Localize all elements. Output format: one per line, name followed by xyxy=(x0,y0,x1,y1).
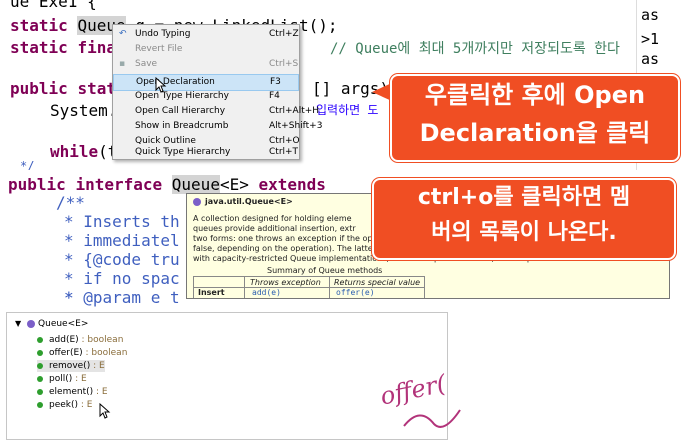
code-line-5: while(t xyxy=(50,142,118,161)
javadoc-line-4: * {@code tru xyxy=(64,250,180,269)
interface-icon xyxy=(27,319,36,328)
callout-1-line-1: 우클릭한 후에 Open xyxy=(424,81,646,109)
menu-item-open-call-hierarchy[interactable]: Open Call Hierarchy Ctrl+Alt+H xyxy=(113,104,319,119)
callout-2-line-1: ctrl+o를 클릭하면 멤 xyxy=(417,185,631,210)
hover-table-caption: Summary of Queue methods xyxy=(267,266,383,275)
public-method-icon xyxy=(37,349,43,356)
javadoc-line-2: * Inserts th xyxy=(64,212,180,231)
hover-para-1: A collection designed for holding eleme xyxy=(193,214,352,223)
code-line-6: */ xyxy=(20,159,35,170)
interface-decl-line: public interface Queue<E> extends xyxy=(8,175,326,194)
javadoc-line-7: * @param e t xyxy=(64,288,180,307)
menu-item-show-in-breadcrumb[interactable]: Show in Breadcrumb Alt+Shift+3 xyxy=(113,119,322,134)
outline-item-remove[interactable]: remove() : E xyxy=(37,360,105,372)
menu-item-open-type-hierarchy[interactable]: Open Type Hierarchy F4 xyxy=(113,89,299,104)
code-comment-queue: // Queue에 최대 5개까지만 저장되도록 한다 xyxy=(330,41,620,57)
public-method-icon xyxy=(37,362,43,369)
interface-type-queue: Queue xyxy=(171,175,220,194)
collapse-arrow-icon[interactable]: ▼ xyxy=(15,319,21,328)
mouse-cursor-icon xyxy=(99,403,111,419)
right-strip-line-3: as xyxy=(641,50,660,68)
code-line-4-korean: 입력하면 도 xyxy=(316,103,379,117)
table-row-insert: Insert xyxy=(198,288,225,297)
undo-icon: ↶ xyxy=(119,29,127,39)
hover-title: java.util.Queue<E> xyxy=(193,197,293,206)
javadoc-line-5: * if no spac xyxy=(64,269,180,288)
outline-root[interactable]: ▼ Queue<E> xyxy=(15,319,88,329)
outline-item-poll[interactable]: poll() : E xyxy=(37,373,87,385)
outline-item-add[interactable]: add(E) : boolean xyxy=(37,334,123,346)
javadoc-line-1: /** xyxy=(56,193,85,212)
code-line-3: public stat xyxy=(10,79,116,98)
table-cell-offer[interactable]: offer(e) xyxy=(336,288,375,297)
code-line-0: ue Exe1 { xyxy=(10,0,97,11)
outline-item-peek[interactable]: peek() : E xyxy=(37,399,92,411)
code-line-4: System. xyxy=(50,101,118,120)
table-col-returns: Returns special value xyxy=(334,278,421,287)
menu-item-revert-file[interactable]: Revert File xyxy=(113,42,299,57)
callout-2-line-2: 버의 목록이 나온다. xyxy=(431,220,617,245)
menu-item-undo-typing[interactable]: ↶ Undo Typing Ctrl+Z xyxy=(113,27,299,42)
right-strip-line-1: as xyxy=(641,6,660,24)
javadoc-line-3: * immediatel xyxy=(64,231,180,250)
public-method-icon xyxy=(37,388,43,395)
right-strip-line-2: >1 xyxy=(641,30,660,48)
callout-open-declaration: 우클릭한 후에 Open Declaration을 클릭 xyxy=(390,74,680,162)
outline-item-element[interactable]: element() : E xyxy=(37,386,108,398)
public-method-icon xyxy=(37,375,43,382)
callout-quick-outline: ctrl+o를 클릭하면 멤 버의 목록이 나온다. xyxy=(372,178,676,260)
public-method-icon xyxy=(37,336,43,343)
menu-item-quick-type-hierarchy[interactable]: Quick Type Hierarchy Ctrl+T xyxy=(113,145,299,160)
save-icon: ▪ xyxy=(119,59,126,69)
hover-para-2: queues provide additional insertion, ext… xyxy=(193,224,356,233)
table-cell-add[interactable]: add(e) xyxy=(252,288,281,297)
public-method-icon xyxy=(37,401,43,408)
context-menu[interactable]: ↶ Undo Typing Ctrl+Z Revert File ▪ Save Ct… xyxy=(112,24,322,160)
mouse-cursor-icon xyxy=(155,77,167,93)
interface-icon xyxy=(193,197,201,206)
code-line-2: static fina xyxy=(10,38,116,57)
table-col-throws: Throws exception xyxy=(250,278,321,287)
callout-1-line-2: Declaration을 클릭 xyxy=(419,119,651,147)
handwriting-stroke xyxy=(403,409,461,428)
menu-item-save[interactable]: ▪ Save Ctrl+S xyxy=(113,57,299,72)
quick-outline-panel[interactable]: ▼ Queue<E> add(E) : boolean offer(E) : b… xyxy=(6,312,448,440)
outline-item-offer[interactable]: offer(E) : boolean xyxy=(37,347,127,359)
hover-methods-table: Throws exception Returns special value I… xyxy=(193,276,425,298)
